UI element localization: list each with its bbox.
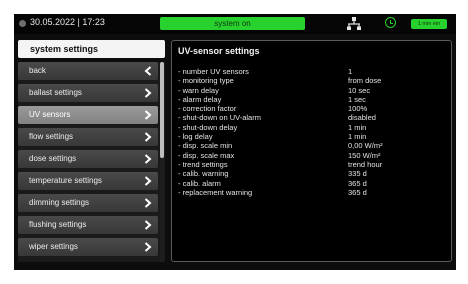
menu-item-wiper-settings[interactable]: wiper settings — [18, 238, 158, 256]
menu-item-label: dose settings — [29, 154, 77, 163]
network-icon[interactable] — [347, 17, 361, 30]
setting-label: - calib. alarm — [178, 178, 221, 188]
setting-value: disabled — [348, 113, 376, 123]
menu-item-dose-settings[interactable]: dose settings — [18, 150, 158, 168]
setting-label: - number UV sensors — [178, 67, 249, 76]
setting-value: 1 — [348, 67, 353, 76]
setting-value: 1 sec — [348, 94, 366, 104]
menu-scrollbar[interactable] — [160, 62, 164, 262]
menu-item-label: UV sensors — [29, 110, 71, 119]
chevron-right-icon — [144, 154, 152, 164]
datetime: 30.05.2022 | 17:23 — [30, 17, 105, 27]
setting-row: - monitoring type from dose — [178, 76, 450, 85]
menu-item-uv-sensors[interactable]: UV sensors — [18, 106, 158, 124]
setting-row: - warn delay 10 sec — [178, 86, 450, 95]
setting-value: from dose — [348, 76, 382, 86]
chevron-right-icon — [144, 242, 152, 252]
menu-item-ballast-settings[interactable]: ballast settings — [18, 84, 158, 102]
menu-item-dimming-settings[interactable]: dimming settings — [18, 194, 158, 212]
setting-row: - log delay 1 min — [178, 132, 450, 141]
setting-label: - disp. scale min — [178, 141, 233, 151]
setting-row: - shut-down delay 1 min — [178, 123, 450, 132]
setting-value: 100% — [348, 104, 368, 114]
menu-item-label: dimming settings — [29, 198, 90, 207]
menu-item-flushing-settings[interactable]: flushing settings — [18, 216, 158, 234]
menu-item-temperature-settings[interactable]: temperature settings — [18, 172, 158, 190]
setting-value: 365 d — [348, 178, 367, 188]
setting-label: - calib. warning — [178, 169, 229, 179]
setting-row: - number UV sensors 1 — [178, 67, 450, 76]
setting-label: - monitoring type — [178, 76, 234, 86]
chevron-right-icon — [144, 176, 152, 186]
scrollbar-thumb[interactable] — [160, 62, 164, 158]
menu-item-label: temperature settings — [29, 176, 102, 185]
menu-item-label: wiper settings — [29, 242, 78, 251]
setting-label: - alarm delay — [178, 94, 222, 104]
setting-label: - replacement warning — [178, 187, 253, 197]
setting-row: - trend settings trend hour — [178, 160, 450, 169]
menu-item-label: ballast settings — [29, 88, 82, 97]
setting-row: - calib. warning 335 d — [178, 169, 450, 178]
setting-row: - disp. scale max 150 W/m² — [178, 151, 450, 160]
setting-label: - shut-down delay — [178, 122, 238, 132]
setting-value: 10 sec — [348, 85, 371, 95]
status-dot-icon — [19, 20, 26, 27]
setting-row: - replacement warning 365 d — [178, 188, 450, 197]
setting-label: - log delay — [178, 132, 213, 142]
timer-badge[interactable]: 1 min ein — [411, 19, 447, 29]
chevron-right-icon — [144, 198, 152, 208]
setting-value: 335 d — [348, 169, 367, 179]
menu-title: system settings — [18, 40, 165, 58]
system-status-badge[interactable]: system on — [160, 17, 305, 30]
setting-value: 1 min — [348, 132, 367, 142]
menu-item-flow-settings[interactable]: flow settings — [18, 128, 158, 146]
setting-row: - correction factor 100% — [178, 104, 450, 113]
setting-label: - warn delay — [178, 85, 219, 95]
setting-value: trend hour — [348, 159, 383, 169]
setting-value: 150 W/m² — [348, 150, 381, 160]
status-bar: 30.05.2022 | 17:23 system on 1 min ein — [14, 14, 456, 34]
timer-icon[interactable] — [385, 17, 396, 28]
menu-item-label: back — [29, 66, 46, 75]
chevron-left-icon — [144, 66, 152, 76]
chevron-right-icon — [144, 220, 152, 230]
settings-menu: back ballast settings UV sensors flow se… — [18, 62, 165, 262]
settings-list: - number UV sensors 1 - monitoring type fr… — [178, 67, 450, 197]
setting-label: - correction factor — [178, 104, 237, 114]
chevron-right-icon — [144, 110, 152, 120]
panel-title: UV-sensor settings — [178, 46, 260, 56]
setting-value: 1 min — [348, 122, 367, 132]
menu-item-label: flushing settings — [29, 220, 87, 229]
setting-row: - calib. alarm 365 d — [178, 179, 450, 188]
setting-label: - disp. scale max — [178, 150, 235, 160]
setting-row: - shut-down on UV-alarm disabled — [178, 113, 450, 122]
setting-row: - disp. scale min 0,00 W/m² — [178, 141, 450, 150]
setting-value: 0,00 W/m² — [348, 141, 383, 151]
setting-label: - trend settings — [178, 159, 228, 169]
setting-row: - alarm delay 1 sec — [178, 95, 450, 104]
setting-value: 365 d — [348, 187, 367, 197]
chevron-right-icon — [144, 132, 152, 142]
setting-label: - shut-down on UV-alarm — [178, 113, 261, 123]
device-screen: 30.05.2022 | 17:23 system on 1 min ein s… — [14, 14, 456, 270]
settings-panel: UV-sensor settings - number UV sensors 1 … — [171, 40, 452, 262]
menu-item-label: flow settings — [29, 132, 74, 141]
menu-item-back[interactable]: back — [18, 62, 158, 80]
chevron-right-icon — [144, 88, 152, 98]
